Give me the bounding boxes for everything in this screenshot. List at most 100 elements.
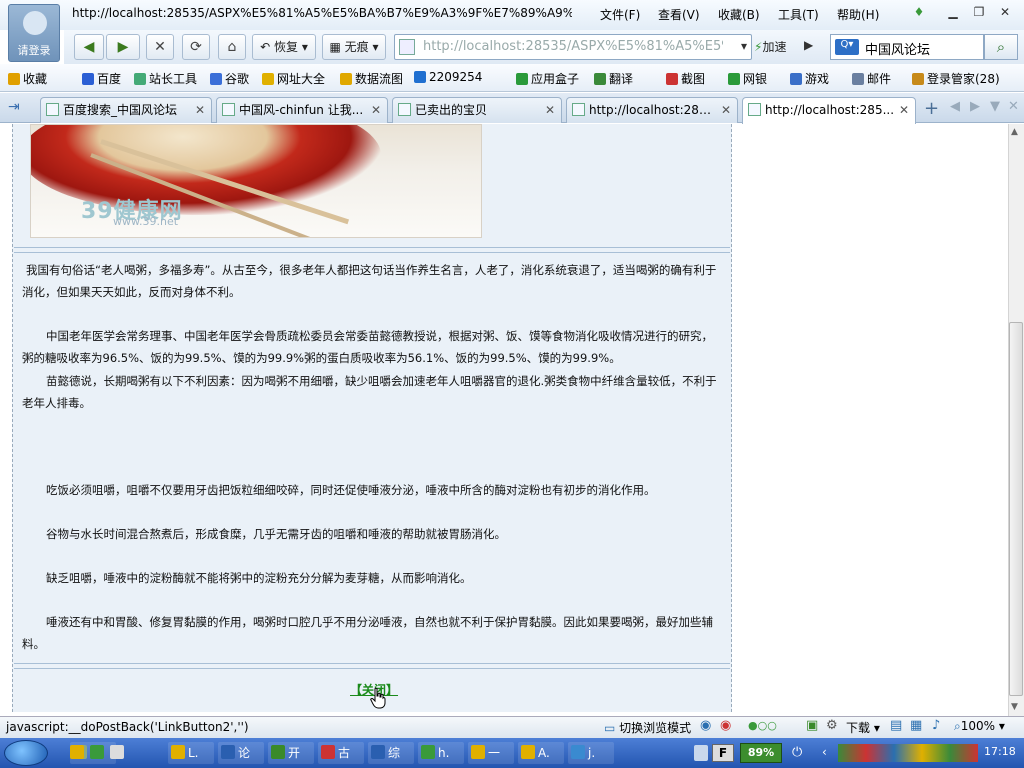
- forward-button[interactable]: ▶: [106, 34, 140, 60]
- power-plug-icon[interactable]: ⏻: [792, 745, 802, 760]
- page-icon[interactable]: ▤: [890, 718, 902, 733]
- home-button[interactable]: ⌂: [218, 34, 246, 60]
- taskbar-label: 综: [388, 746, 401, 760]
- search-box[interactable]: Q▾ 中国风论坛: [830, 34, 984, 60]
- tab-close-icon[interactable]: ✕: [545, 98, 555, 122]
- tray-expand-icon[interactable]: ‹: [822, 745, 827, 759]
- screen-icon[interactable]: ▦: [910, 718, 922, 733]
- clock[interactable]: 17:18: [984, 745, 1016, 758]
- favorite-item[interactable]: 收藏: [8, 70, 47, 86]
- refresh-button[interactable]: ⟳: [182, 34, 210, 60]
- settings-icon[interactable]: ⚙: [826, 718, 838, 733]
- tab-item[interactable]: http://localhost:285... ✕: [566, 97, 738, 123]
- search-engine-icon[interactable]: Q▾: [835, 39, 859, 55]
- taskbar-item[interactable]: 一: [468, 742, 514, 764]
- tool-icon[interactable]: ▣: [806, 718, 818, 733]
- hand-cursor-icon: [370, 687, 386, 709]
- ime-icon[interactable]: F: [712, 744, 734, 762]
- battery-indicator[interactable]: 89%: [740, 743, 782, 763]
- new-tab-icon[interactable]: +: [924, 98, 939, 119]
- scrollbar-thumb[interactable]: [1009, 322, 1023, 696]
- favorite-item[interactable]: 百度: [82, 70, 121, 86]
- tab-scroll-left-icon[interactable]: ◀: [950, 99, 960, 114]
- toggle-icon[interactable]: ●○○: [748, 719, 777, 732]
- taskbar-item[interactable]: 综: [368, 742, 414, 764]
- search-button[interactable]: ⌕: [984, 34, 1018, 60]
- favorite-item[interactable]: 谷歌: [210, 70, 249, 86]
- back-button[interactable]: ◀: [74, 34, 104, 60]
- switch-mode-button[interactable]: ▭ 切换浏览模式: [604, 719, 691, 736]
- menu-file[interactable]: 文件(F): [600, 6, 640, 23]
- tab-menu-icon[interactable]: ▼: [990, 99, 1000, 114]
- taskbar-label: 古: [338, 746, 351, 760]
- stop-button[interactable]: ✕: [146, 34, 174, 60]
- restore-button[interactable]: ↶ 恢复 ▾: [252, 34, 316, 60]
- taskbar-item[interactable]: j.: [568, 742, 614, 764]
- favorite-label: 百度: [97, 72, 122, 86]
- address-bar[interactable]: http://localhost:28535/ASPX%E5%81%A5%E5%…: [394, 34, 752, 60]
- article-paragraph: 苗懿德说，长期喝粥有以下不利因素：因为喝粥不用细嚼，缺少咀嚼会加速老年人咀嚼器官…: [22, 374, 717, 410]
- scroll-up-icon[interactable]: ▲: [1011, 127, 1018, 137]
- go-arrow-icon[interactable]: ▶: [804, 38, 813, 52]
- tab-item[interactable]: http://localhost:285... ✕: [742, 97, 916, 124]
- tab-label: 已卖出的宝贝: [415, 103, 488, 117]
- favorite-item[interactable]: 网银: [728, 70, 767, 86]
- tab-close-icon[interactable]: ✕: [195, 98, 205, 122]
- tab-close-icon[interactable]: ✕: [371, 98, 381, 122]
- quick-launch-icon[interactable]: [110, 745, 124, 759]
- taskbar-item[interactable]: 论: [218, 742, 264, 764]
- taskbar-item[interactable]: 开: [268, 742, 314, 764]
- tab-close-icon[interactable]: ✕: [721, 98, 731, 122]
- favorite-item[interactable]: 网址大全: [262, 70, 325, 86]
- system-tray-icons[interactable]: [838, 744, 978, 762]
- incognito-button[interactable]: ▦ 无痕 ▾: [322, 34, 386, 60]
- security-icon[interactable]: ◉: [720, 718, 731, 733]
- speedup-button[interactable]: ⚡加速: [754, 34, 800, 60]
- favorite-item[interactable]: 邮件: [852, 70, 891, 86]
- taskbar-item[interactable]: A.: [518, 742, 564, 764]
- favorite-item[interactable]: 游戏: [790, 70, 829, 86]
- language-icon[interactable]: [694, 745, 708, 761]
- taskbar-item[interactable]: L.: [168, 742, 214, 764]
- favorite-item[interactable]: 2209254: [414, 70, 482, 86]
- speaker-icon[interactable]: ♪: [932, 718, 940, 733]
- ie-mode-icon[interactable]: ◉: [700, 718, 711, 733]
- skin-icon[interactable]: ♦: [910, 5, 928, 21]
- search-input[interactable]: 中国风论坛: [865, 39, 930, 58]
- favorite-label: 翻译: [609, 72, 634, 86]
- minimize-icon[interactable]: ▁: [944, 5, 962, 21]
- favorite-item[interactable]: 截图: [666, 70, 705, 86]
- menu-help[interactable]: 帮助(H): [837, 6, 879, 23]
- start-button[interactable]: [4, 740, 48, 766]
- close-window-icon[interactable]: ✕: [996, 5, 1014, 21]
- scroll-down-icon[interactable]: ▼: [1011, 702, 1018, 712]
- tab-scroll-right-icon[interactable]: ▶: [970, 99, 980, 114]
- user-avatar[interactable]: 请登录: [8, 4, 60, 62]
- restore-window-icon[interactable]: ❐: [970, 5, 988, 21]
- menu-tools[interactable]: 工具(T): [778, 6, 819, 23]
- favorite-item[interactable]: 翻译: [594, 70, 633, 86]
- tab-item[interactable]: 中国风-chinfun 让我... ✕: [216, 97, 388, 123]
- sidebar-toggle-icon[interactable]: ⇥: [8, 99, 20, 115]
- quick-launch-icon[interactable]: [70, 745, 84, 759]
- favorite-item[interactable]: 应用盒子: [516, 70, 579, 86]
- favorite-item[interactable]: 数据流图: [340, 70, 403, 86]
- address-input[interactable]: http://localhost:28535/ASPX%E5%81%A5%E5%: [423, 39, 723, 54]
- close-tab-bar-icon[interactable]: ✕: [1008, 99, 1019, 114]
- favorite-item[interactable]: 登录管家(28): [912, 70, 1000, 86]
- taskbar-item[interactable]: h.: [418, 742, 464, 764]
- download-button[interactable]: 下载 ▾: [846, 719, 880, 736]
- address-dropdown-icon[interactable]: ▾: [741, 39, 747, 53]
- tab-item[interactable]: 已卖出的宝贝 ✕: [392, 97, 562, 123]
- tab-item[interactable]: 百度搜索_中国风论坛 ✕: [40, 97, 212, 123]
- quick-launch-icon[interactable]: [90, 745, 104, 759]
- login-label[interactable]: 请登录: [9, 42, 59, 58]
- favorite-icon: [852, 73, 864, 85]
- menu-view[interactable]: 查看(V): [658, 6, 700, 23]
- favorite-item[interactable]: 站长工具: [134, 70, 197, 86]
- taskbar-item[interactable]: 古: [318, 742, 364, 764]
- zoom-control[interactable]: ⌕100% ▾: [954, 719, 1005, 734]
- menu-favorites[interactable]: 收藏(B): [718, 6, 760, 23]
- tab-close-icon[interactable]: ✕: [899, 98, 909, 122]
- watermark-url: www.39.net: [113, 215, 179, 228]
